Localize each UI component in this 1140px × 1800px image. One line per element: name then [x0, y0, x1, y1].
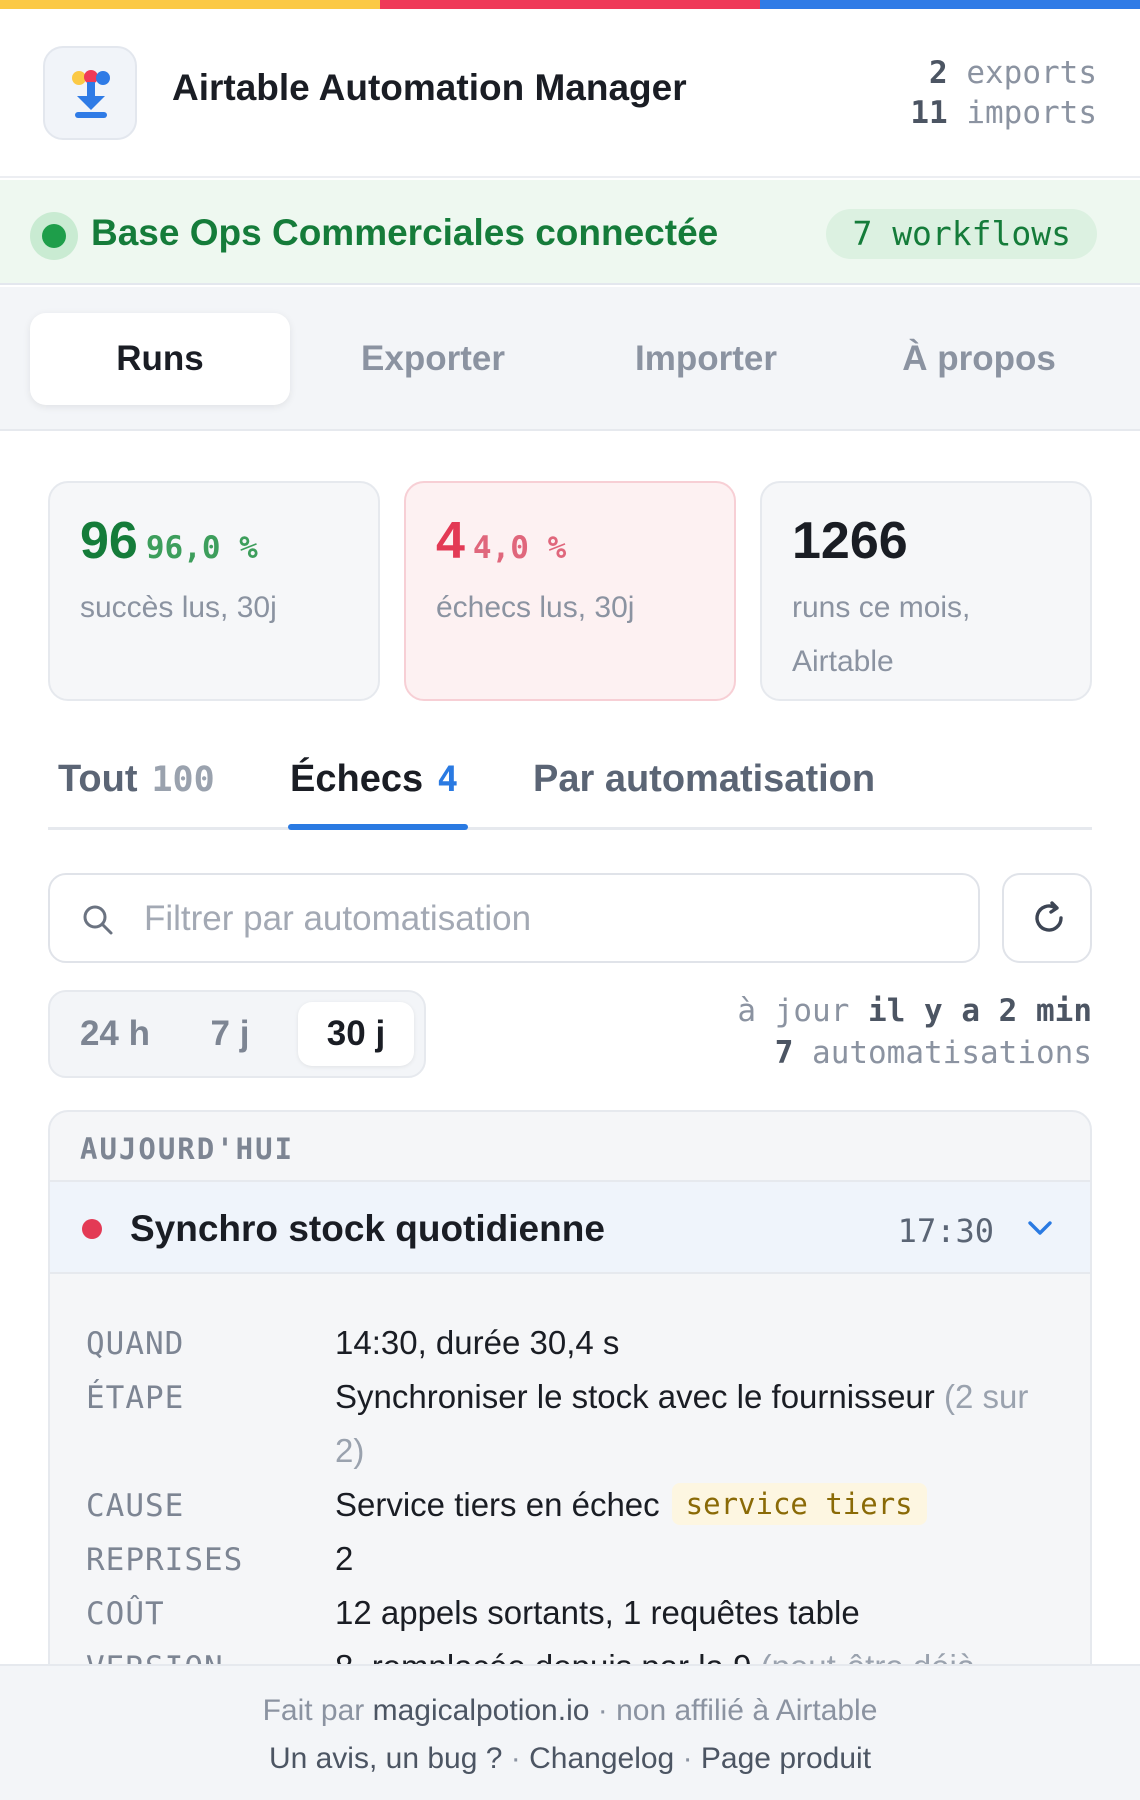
runs-count: 1266 [792, 512, 908, 570]
run-row[interactable]: Synchro stock quotidienne 17:30 [50, 1180, 1090, 1274]
footer-line-credits: Fait par magicalpotion.io · non affilié … [0, 1694, 1140, 1728]
failure-count: 4 [436, 512, 465, 570]
imports-label: imports [966, 95, 1097, 131]
success-count: 96 [80, 512, 138, 570]
detail-cause-label: CAUSE [86, 1488, 185, 1524]
success-stat-card: 96 96,0 % succès lus, 30j [48, 481, 380, 701]
detail-cause-value: Service tiers en échec service tiers [335, 1478, 1055, 1532]
main-tabs: Runs Exporter Importer À propos [0, 287, 1140, 431]
subtab-failures[interactable]: Échecs 4 [290, 758, 458, 801]
detail-cost-label: COÛT [86, 1596, 165, 1632]
detail-retries-label: REPRISES [86, 1542, 244, 1578]
automation-filter-input[interactable] [144, 889, 944, 949]
detail-step-value: Synchroniser le stock avec le fournisseu… [335, 1370, 1055, 1478]
range-7d[interactable]: 7 j [180, 1002, 280, 1066]
footer: Fait par magicalpotion.io · non affilié … [0, 1664, 1140, 1800]
status-prefix: à jour [737, 993, 850, 1029]
made-by-text: Fait par [262, 1694, 365, 1727]
detail-step-label: ÉTAPE [86, 1380, 185, 1416]
run-filter-tabs: Tout 100 Échecs 4 Par automatisation [48, 738, 1092, 830]
runs-stat-card: 1266 runs ce mois, Airtable [760, 481, 1092, 701]
imports-count: 11 [910, 95, 948, 131]
footer-separator: · [510, 1742, 521, 1775]
tab-importer[interactable]: Importer [576, 313, 836, 405]
subtab-all-count: 100 [151, 760, 215, 800]
step-name: Synchroniser le stock avec le fournisseu… [335, 1378, 935, 1415]
not-affiliated-text: non affilié à Airtable [616, 1694, 878, 1727]
failure-percent: 4,0 % [472, 530, 567, 566]
app-header: Airtable Automation Manager 2 exports 11… [0, 9, 1140, 178]
subtab-all-label: Tout [58, 758, 138, 800]
changelog-link[interactable]: Changelog [529, 1742, 674, 1775]
footer-separator: · [597, 1694, 608, 1727]
tab-exporter[interactable]: Exporter [303, 313, 563, 405]
tab-runs[interactable]: Runs [30, 313, 290, 405]
detail-when-value: 14:30, durée 30,4 s [335, 1324, 620, 1361]
success-percent: 96,0 % [145, 530, 258, 566]
refresh-button[interactable] [1002, 873, 1092, 963]
connection-banner: Base Ops Commerciales connectée 7 workfl… [0, 180, 1140, 285]
magicalpotion-link[interactable]: magicalpotion.io [373, 1694, 590, 1727]
exports-label: exports [966, 55, 1097, 91]
detail-cost-value: 12 appels sortants, 1 requêtes table [335, 1594, 860, 1631]
product-page-link[interactable]: Page produit [701, 1742, 871, 1775]
day-header: AUJOURD'HUI [80, 1132, 295, 1166]
workflows-badge: 7 workflows [826, 209, 1097, 259]
automations-label: automatisations [812, 1035, 1092, 1071]
tab-about[interactable]: À propos [849, 313, 1109, 405]
app-title: Airtable Automation Manager [172, 67, 687, 108]
run-name: Synchro stock quotidienne [130, 1208, 605, 1249]
failure-label: échecs lus, 30j [436, 591, 635, 624]
time-range-selector: 24 h 7 j 30 j [48, 990, 426, 1078]
brand-bar-blue [760, 0, 1140, 9]
runs-label: runs ce mois, Airtable [792, 591, 971, 678]
footer-line-links: Un avis, un bug ? · Changelog · Page pro… [0, 1742, 1140, 1776]
last-updated: il y a 2 min [868, 993, 1092, 1029]
subtab-failures-count: 4 [437, 760, 459, 800]
subtab-failures-label: Échecs [290, 758, 424, 800]
footer-separator: · [682, 1742, 693, 1775]
feedback-link[interactable]: Un avis, un bug ? [269, 1742, 502, 1775]
connection-text: Base Ops Commerciales connectée [91, 212, 719, 253]
run-time: 17:30 [897, 1212, 994, 1250]
exports-count: 2 [929, 55, 948, 91]
brand-bar-red [380, 0, 760, 9]
brand-color-bar [0, 0, 1140, 9]
cause-badge: service tiers [671, 1483, 927, 1525]
brand-bar-yellow [0, 0, 380, 9]
search-icon [83, 905, 113, 935]
range-30d[interactable]: 30 j [298, 1002, 414, 1066]
connected-status-icon [30, 212, 78, 260]
failure-status-icon [82, 1219, 102, 1239]
subtab-all[interactable]: Tout 100 [58, 758, 215, 801]
app-logo-icon [43, 46, 137, 140]
failure-value-row: 4 4,0 % [436, 511, 566, 571]
range-24h[interactable]: 24 h [60, 1002, 170, 1066]
active-tab-indicator [288, 824, 468, 830]
automation-filter [48, 873, 980, 963]
cause-text: Service tiers en échec [335, 1486, 660, 1523]
failure-stat-card: 4 4,0 % échecs lus, 30j [404, 481, 736, 701]
chevron-down-icon[interactable] [1026, 1218, 1054, 1238]
detail-when-label: QUAND [86, 1326, 185, 1362]
success-label: succès lus, 30j [80, 591, 277, 624]
sync-status: à jour il y a 2 min 7 automatisations [737, 990, 1092, 1074]
success-value-row: 96 96,0 % [80, 511, 258, 571]
detail-retries-value: 2 [335, 1540, 354, 1577]
transfer-counts: 2 exports 11 imports [910, 53, 1097, 133]
refresh-icon [1035, 901, 1063, 932]
automations-count: 7 [774, 1035, 794, 1071]
subtab-by-automation[interactable]: Par automatisation [533, 758, 875, 801]
